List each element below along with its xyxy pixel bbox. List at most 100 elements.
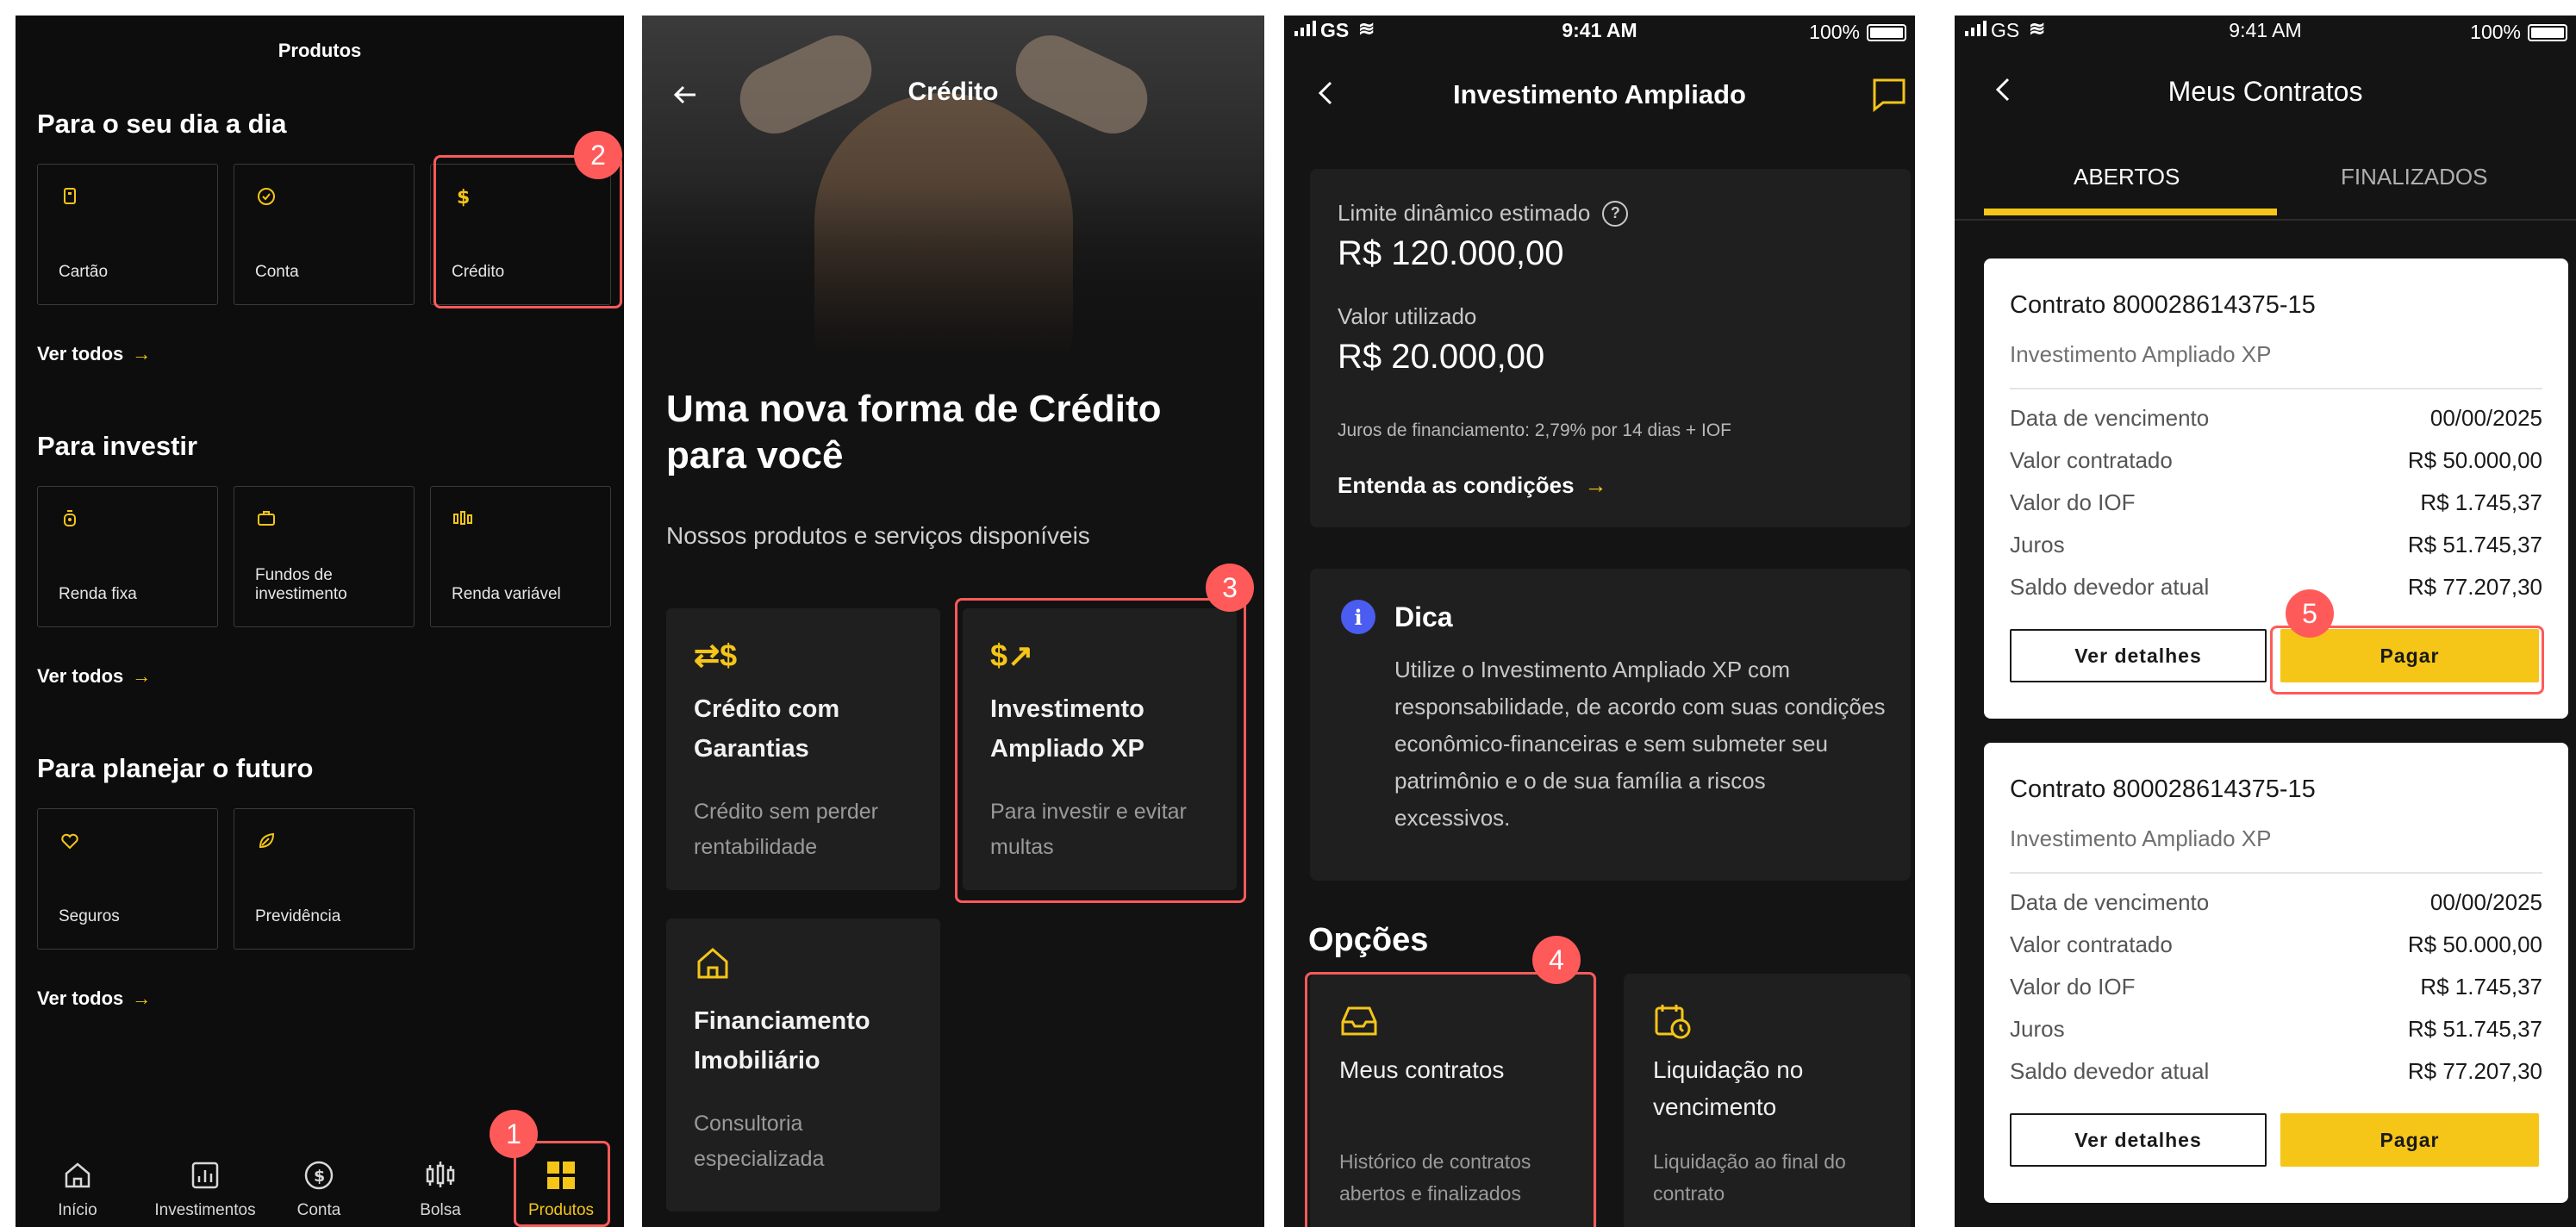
annotation-badge: 5 (2286, 589, 2334, 638)
card-credito-garantias[interactable]: ⇄$ Crédito com Garantias Crédito sem per… (666, 608, 940, 890)
row-label: Juros (2010, 1016, 2065, 1042)
page-title: Produtos (278, 40, 362, 61)
tab-finalizados[interactable]: FINALIZADOS (2341, 164, 2487, 190)
nav-conta[interactable]: $ Conta (263, 1158, 375, 1220)
tile-conta[interactable]: Conta (234, 164, 415, 305)
row-value: R$ 77.207,30 (2407, 574, 2542, 600)
see-all-link[interactable]: Ver todos → (37, 343, 151, 365)
row-label: Data de vencimento (2010, 889, 2210, 915)
row-value: 00/00/2025 (2429, 405, 2542, 431)
page-title: Investimento Ampliado (1453, 79, 1746, 109)
annotation-highlight (955, 598, 1246, 903)
tile-previdencia[interactable]: Previdência (234, 808, 415, 950)
card-title: Financiamento Imobiliário (694, 1007, 870, 1074)
house-icon (697, 948, 728, 979)
card-desc: Crédito sem perder rentabilidade (694, 800, 878, 859)
tile-label: Renda fixa (59, 585, 137, 603)
row-label: Saldo devedor atual (2010, 1058, 2210, 1084)
interest-note: Juros de financiamento: 2,79% por 14 dia… (1338, 420, 1732, 440)
nav-label: Bolsa (420, 1201, 461, 1219)
divider (2010, 388, 2542, 389)
limit-label-row: Limite dinâmico estimado ? (1338, 200, 1629, 227)
details-button[interactable]: Ver detalhes (2010, 1113, 2267, 1167)
nav-label: Início (58, 1201, 97, 1219)
card-title: Crédito com Garantias (694, 695, 840, 763)
nav-inicio[interactable]: Início (22, 1158, 134, 1220)
tile-seguros[interactable]: Seguros (37, 808, 218, 950)
battery-level: 100% (2470, 21, 2521, 43)
battery-icon (2528, 24, 2567, 41)
option-desc: Liquidação ao final do contrato (1653, 1150, 1846, 1205)
status-bar: GS ≋ 9:41 AM 100% (1955, 16, 2576, 50)
tile-fundos[interactable]: Fundos de investimento (234, 486, 415, 627)
contract-row: Valor contratado R$ 50.000,00 (2010, 931, 2542, 966)
tile-label: Cartão (59, 263, 109, 281)
tab-indicator (1984, 209, 2277, 215)
piggy-icon (64, 510, 76, 526)
conditions-link[interactable]: Entenda as condições → (1338, 472, 1607, 499)
contract-row: Valor do IOF R$ 1.745,37 (2010, 489, 2542, 524)
annotation-highlight (514, 1141, 610, 1227)
row-label: Data de vencimento (2010, 405, 2210, 431)
row-label: Saldo devedor atual (2010, 574, 2210, 600)
tile-label: Fundos de investimento (255, 566, 347, 603)
leaf-icon (259, 832, 275, 849)
nav-label: Conta (296, 1201, 341, 1219)
tip-title: Dica (1394, 601, 1453, 632)
svg-text:$: $ (314, 1167, 325, 1186)
headline: Uma nova forma de Crédito para você (666, 388, 1162, 476)
see-all-label: Ver todos (37, 987, 124, 1009)
contract-title: Contrato 800028614375-15 (2010, 775, 2316, 803)
page-title: Crédito (908, 78, 999, 106)
credit-screen: Crédito Uma nova forma de Crédito para v… (642, 16, 1264, 1227)
tile-label: Conta (255, 263, 299, 281)
details-button[interactable]: Ver detalhes (2010, 629, 2267, 682)
tile-renda-fixa[interactable]: Renda fixa (37, 486, 218, 627)
row-value: R$ 1.745,37 (2420, 489, 2542, 515)
contract-row: Data de vencimento 00/00/2025 (2010, 889, 2542, 924)
contract-product: Investimento Ampliado XP (2010, 341, 2272, 367)
tip-text: Utilize o Investimento Ampliado XP com r… (1394, 657, 1886, 831)
pay-button[interactable]: Pagar (2280, 1113, 2539, 1167)
arrow-right-icon: → (132, 665, 152, 687)
row-value: R$ 51.745,37 (2407, 1016, 2542, 1042)
contract-card: Contrato 800028614375-15 Investimento Am… (1984, 743, 2568, 1203)
arrow-right-icon: → (132, 987, 152, 1009)
see-all-label: Ver todos (37, 343, 124, 364)
exchange-dollar-icon: ⇄$ (694, 638, 738, 673)
used-label: Valor utilizado (1338, 303, 1477, 329)
nav-bolsa[interactable]: Bolsa (384, 1158, 496, 1220)
info-icon: i (1341, 600, 1375, 634)
option-title: Liquidação no vencimento (1653, 1056, 1804, 1120)
chat-icon[interactable] (1870, 76, 1908, 114)
battery-icon (1867, 24, 1906, 41)
section-title-future: Para planejar o futuro (37, 753, 314, 783)
check-circle-icon (258, 188, 275, 205)
option-liquidacao[interactable]: Liquidação no vencimento Liquidação ao f… (1624, 974, 1911, 1227)
tab-abertos[interactable]: ABERTOS (2074, 164, 2180, 190)
card-financiamento[interactable]: Financiamento Imobiliário Consultoria es… (666, 919, 940, 1211)
contract-row: Valor do IOF R$ 1.745,37 (2010, 974, 2542, 1008)
row-value: R$ 50.000,00 (2407, 931, 2542, 957)
tile-cartao[interactable]: Cartão (37, 164, 218, 305)
nav-investimentos[interactable]: Investimentos (140, 1158, 270, 1220)
calendar-clock-icon (1655, 1005, 1691, 1039)
tile-renda-variavel[interactable]: Renda variável (430, 486, 611, 627)
help-icon[interactable]: ? (1602, 200, 1629, 227)
conditions-label: Entenda as condições (1338, 472, 1575, 498)
used-value: R$ 20.000,00 (1338, 338, 1545, 376)
meus-contratos-screen: GS ≋ 9:41 AM 100% Meus Contratos ABERTOS… (1955, 16, 2576, 1227)
row-value: 00/00/2025 (2429, 889, 2542, 915)
see-all-link[interactable]: Ver todos → (37, 987, 151, 1010)
contract-row: Valor contratado R$ 50.000,00 (2010, 447, 2542, 482)
see-all-link[interactable]: Ver todos → (37, 665, 151, 688)
annotation-badge: 3 (1206, 564, 1254, 612)
tip-panel: i Dica Utilize o Investimento Ampliado X… (1310, 569, 1911, 881)
row-value: R$ 50.000,00 (2407, 447, 2542, 473)
see-all-label: Ver todos (37, 665, 124, 687)
annotation-badge: 2 (574, 131, 622, 179)
row-value: R$ 77.207,30 (2407, 1058, 2542, 1084)
limit-value: R$ 120.000,00 (1338, 234, 1564, 272)
card-desc: Consultoria especializada (694, 1112, 825, 1171)
contract-row: Saldo devedor atual R$ 77.207,30 (2010, 574, 2542, 608)
